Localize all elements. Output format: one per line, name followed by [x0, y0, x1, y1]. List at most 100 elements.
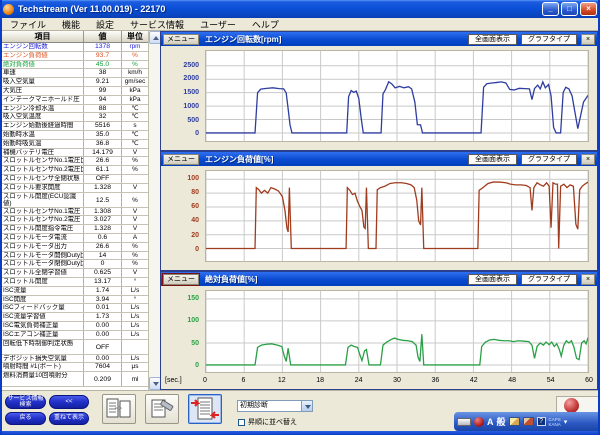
maximize-button[interactable]: □ — [561, 2, 578, 16]
table-row[interactable]: 絶対負荷値45.0% — [2, 61, 148, 70]
fullscreen-button[interactable]: 全画面表示 — [468, 274, 517, 285]
sort-ascending-checkbox[interactable] — [238, 419, 245, 426]
table-row[interactable]: インテークマニホールド圧94kPa — [2, 96, 148, 105]
table-row[interactable]: スロットル開度指令電圧1.328V — [2, 225, 148, 234]
table-row[interactable]: 始動時吸気温36.8℃ — [2, 140, 148, 149]
fullscreen-button[interactable]: 全画面表示 — [468, 34, 517, 45]
chart-menu-button[interactable]: メニュー — [163, 34, 199, 45]
table-row[interactable]: エンジン始動後経過時間5516s — [2, 122, 148, 131]
table-row[interactable]: ISC電気負荷補正量0.00L/s — [2, 322, 148, 331]
return-button[interactable]: 戻る — [5, 412, 46, 425]
keyboard-icon[interactable] — [457, 418, 471, 426]
table-row[interactable]: スロットルセンサ全閉状態OFF — [2, 175, 148, 184]
table-row[interactable]: スロットル要求開度1.328V — [2, 184, 148, 193]
parameter-value: 13.17 — [84, 278, 122, 286]
table-row[interactable]: ISC開度3.94° — [2, 296, 148, 305]
chevron-down-icon — [153, 382, 159, 386]
menu-item[interactable]: ヘルプ — [244, 18, 287, 31]
graph-type-button[interactable]: グラフタイプ — [521, 34, 577, 45]
table-row[interactable]: ISC流量1.74L/s — [2, 287, 148, 296]
table-row[interactable]: 補機バッテリ電圧14.179V — [2, 149, 148, 158]
table-row[interactable]: スロットルモータ電流0.6A — [2, 234, 148, 243]
window-title: Techstream (Ver 11.00.019) - 22170 — [18, 4, 542, 14]
dropdown-arrow-icon[interactable] — [301, 401, 312, 411]
table-row[interactable]: ISCフィードバック量0.01L/s — [2, 304, 148, 313]
table-row[interactable]: 始動時水温35.0℃ — [2, 131, 148, 140]
table-row[interactable]: スロットルセンサNo.1電圧比26.6% — [2, 157, 148, 166]
parameter-unit: V — [122, 208, 148, 216]
parameter-name: スロットル要求開度 — [2, 184, 84, 192]
parameter-value: OFF — [84, 340, 122, 354]
y-tick-label: 2000 — [183, 74, 199, 83]
ime-language-bar[interactable]: A 般 ? CAPS KANA ▾ — [454, 412, 600, 431]
ime-input-mode[interactable]: A — [487, 417, 494, 427]
chart-close-button[interactable]: × — [581, 274, 595, 285]
chart-close-button[interactable]: × — [581, 34, 595, 45]
caps-kana-indicator: CAPS KANA — [549, 417, 561, 427]
column-header-unit[interactable]: 単位 — [122, 31, 148, 42]
table-row[interactable]: 吸入空気量9.21gm/sec — [2, 78, 148, 87]
chart-close-button[interactable]: × — [581, 154, 595, 165]
table-row[interactable]: スロットルモータ出力26.6% — [2, 243, 148, 252]
table-row[interactable]: スロットルモータ開側Duty比14% — [2, 252, 148, 261]
ime-minimize-icon[interactable]: ▾ — [564, 418, 568, 426]
red-orb-indicator — [564, 398, 579, 413]
chart-menu-button[interactable]: メニュー — [163, 274, 199, 285]
ime-help-icon[interactable]: ? — [537, 417, 546, 426]
record-snapshot-button[interactable] — [145, 394, 179, 424]
column-header-item[interactable]: 項目 — [2, 31, 84, 42]
fullscreen-button[interactable]: 全画面表示 — [468, 154, 517, 165]
menu-item[interactable]: ユーザー — [192, 18, 244, 31]
menu-item[interactable]: サービス情報 — [122, 18, 192, 31]
table-row[interactable]: スロットル開度(ECU認識値)12.5% — [2, 193, 148, 208]
parameter-unit: μs — [122, 363, 148, 371]
table-row[interactable]: ISCエアコン補正量0.00L/s — [2, 331, 148, 340]
parameter-name: 絶対負荷値 — [2, 61, 84, 69]
service-info-search-button[interactable]: サービス情報検索 — [5, 395, 46, 409]
table-row[interactable]: ISC流量学習値1.73L/s — [2, 313, 148, 322]
table-row[interactable]: 噴射時間 #1(ポート)7604μs — [2, 363, 148, 372]
chart-panel-absolute-load: メニュー 絶対負荷値[%] 全画面表示 グラフタイプ × 050100150 [… — [160, 271, 598, 390]
table-row[interactable]: スロットルモータ閉側Duty比0% — [2, 260, 148, 269]
table-row[interactable]: スロットル全閉学習値0.625V — [2, 269, 148, 278]
table-row[interactable]: 車速38km/h — [2, 69, 148, 78]
sort-reorder-button[interactable] — [188, 394, 222, 424]
table-scrollbar[interactable] — [148, 31, 160, 390]
table-row[interactable]: スロットルセンサNo.2電圧3.027V — [2, 216, 148, 225]
y-tick-label: 150 — [187, 294, 199, 303]
parameter-value: 0.00 — [84, 331, 122, 339]
ime-conversion-mode[interactable]: 般 — [497, 415, 506, 428]
ime-pad-icon[interactable] — [523, 417, 534, 426]
ime-orb-icon[interactable] — [474, 417, 484, 427]
back-nav-button[interactable]: << — [49, 395, 89, 409]
close-button[interactable]: × — [580, 2, 597, 16]
table-row[interactable]: 大気圧99kPa — [2, 87, 148, 96]
minimize-button[interactable]: _ — [542, 2, 559, 16]
menu-item[interactable]: 機能 — [54, 18, 88, 31]
overlay-display-button[interactable]: 重ねて表示 — [49, 412, 89, 425]
menu-item[interactable]: 設定 — [88, 18, 122, 31]
dual-list-view-button[interactable] — [102, 394, 136, 424]
table-row[interactable]: スロットルセンサNo.2電圧比61.1% — [2, 166, 148, 175]
table-row[interactable]: エンジン冷却水温88℃ — [2, 105, 148, 114]
y-tick-label: 100 — [187, 174, 199, 183]
sort-ascending-option[interactable]: 昇順に並べ替え — [238, 417, 297, 427]
table-row[interactable]: 燃料消費量10回噴射分0.209ml — [2, 372, 148, 387]
table-row[interactable]: 回転低下時制御判定状態OFF — [2, 340, 148, 355]
ime-tool-icon[interactable] — [509, 417, 520, 426]
table-row[interactable]: 吸入空気温度32℃ — [2, 113, 148, 122]
column-header-value[interactable]: 値 — [84, 31, 122, 42]
graph-type-button[interactable]: グラフタイプ — [521, 274, 577, 285]
menu-item[interactable]: ファイル — [2, 18, 54, 31]
chart-menu-button[interactable]: メニュー — [163, 154, 199, 165]
table-row[interactable]: スロットルセンサNo.1電圧1.308V — [2, 208, 148, 217]
table-row[interactable]: エンジン負荷値93.7% — [2, 52, 148, 61]
table-row[interactable]: スロットル開度13.17° — [2, 278, 148, 287]
parameter-unit: V — [122, 225, 148, 233]
table-row[interactable]: デポジット損失空気量0.00L/s — [2, 355, 148, 364]
diagnosis-mode-select[interactable]: 初期診断 — [237, 400, 313, 412]
x-tick-label: 48 — [508, 377, 516, 384]
chart-header: メニュー 絶対負荷値[%] 全画面表示 グラフタイプ × — [161, 272, 597, 286]
table-row[interactable]: エンジン回転数1378rpm — [2, 43, 148, 52]
graph-type-button[interactable]: グラフタイプ — [521, 154, 577, 165]
